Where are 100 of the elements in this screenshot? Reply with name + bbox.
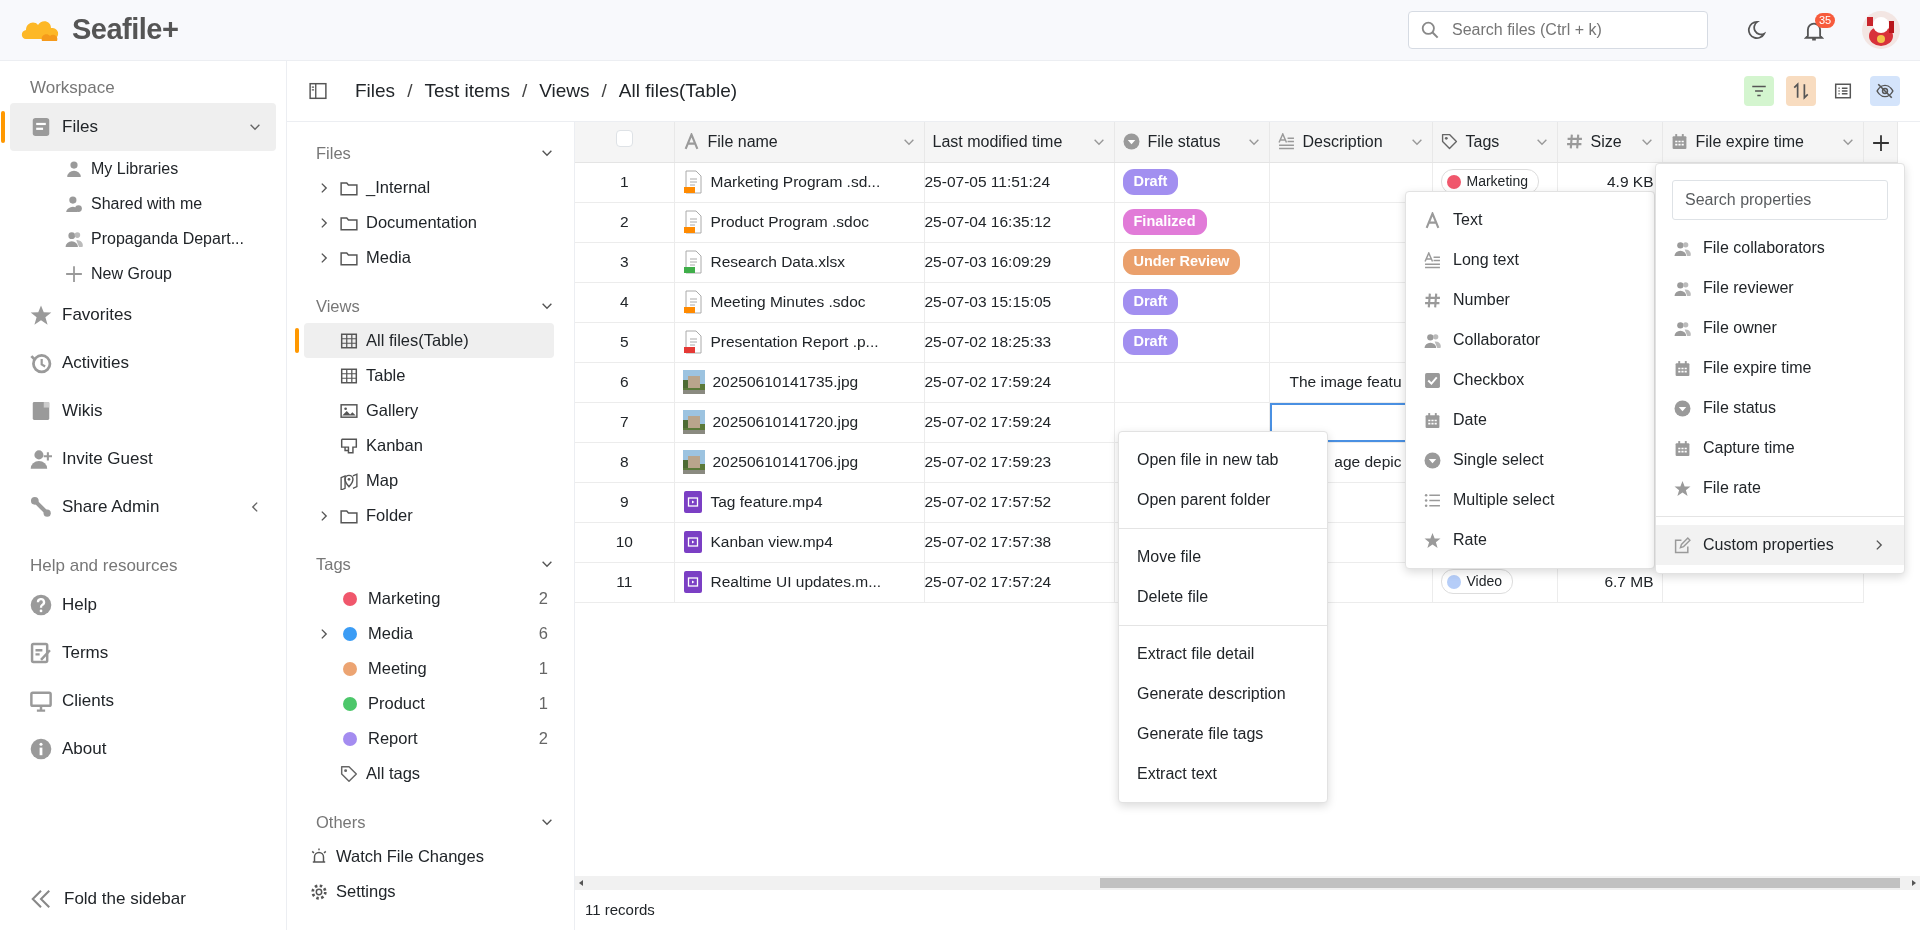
file-name-link[interactable]: Marketing Program .sd...	[710, 170, 881, 194]
document-icon	[682, 330, 703, 354]
tag-count: 2	[538, 728, 548, 750]
nav-item[interactable]: Documentation	[304, 205, 554, 240]
nav-item[interactable]: Table	[304, 358, 554, 393]
double-chevron-left-icon[interactable]	[30, 888, 52, 910]
sidebar-item[interactable]: Wikis	[10, 387, 276, 435]
sidebar-item[interactable]: Terms	[10, 629, 276, 677]
column-header[interactable]: File name	[674, 122, 924, 162]
menu-item[interactable]: File rate	[1656, 468, 1904, 508]
menu-item[interactable]: Delete file	[1119, 577, 1327, 617]
menu-item[interactable]: Capture time	[1656, 428, 1904, 468]
menu-item[interactable]: File owner	[1656, 308, 1904, 348]
search-properties-field[interactable]: Search properties	[1672, 180, 1888, 220]
sidebar-item[interactable]: Invite Guest	[10, 435, 276, 483]
file-name-link[interactable]: Presentation Report .p...	[710, 330, 879, 354]
section-heading: Tags	[316, 553, 351, 575]
menu-item[interactable]: Open parent folder	[1119, 480, 1327, 520]
breadcrumb-separator: /	[521, 78, 528, 103]
file-name-link[interactable]: Realtime UI updates.m...	[710, 570, 882, 594]
sort-button[interactable]	[1786, 76, 1816, 106]
menu-item[interactable]: File expire time	[1656, 348, 1904, 388]
sidebar-toggle-icon[interactable]	[309, 82, 327, 100]
sidebar-item[interactable]: Favorites	[10, 291, 276, 339]
menu-item[interactable]: Open file in new tab	[1119, 440, 1327, 480]
tag-item[interactable]: Product 1	[304, 686, 554, 721]
fold-sidebar-link[interactable]: Fold the sidebar	[64, 886, 186, 912]
nav-item[interactable]: Media	[304, 240, 554, 275]
breadcrumb-link[interactable]: Files	[355, 76, 396, 106]
nav-item[interactable]: All tags	[304, 756, 554, 791]
column-header[interactable]: File status	[1114, 122, 1269, 162]
menu-item[interactable]: Generate description	[1119, 674, 1327, 714]
tag-item[interactable]: Meeting 1	[304, 651, 554, 686]
nav-item[interactable]: _Internal	[304, 170, 554, 205]
file-name-link[interactable]: 20250610141706.jpg	[712, 450, 859, 474]
menu-item[interactable]: Text	[1406, 200, 1654, 240]
select-all-checkbox[interactable]	[615, 129, 633, 147]
menu-item[interactable]: Collaborator	[1406, 320, 1654, 360]
map-icon	[340, 471, 358, 490]
sidebar-item[interactable]: Clients	[10, 677, 276, 725]
table-icon	[340, 366, 358, 385]
file-name-link[interactable]: Meeting Minutes .sdoc	[710, 290, 866, 314]
column-header[interactable]: File expire time	[1662, 122, 1863, 162]
breadcrumb-separator: /	[407, 78, 413, 103]
file-name-link[interactable]: Product Program .sdoc	[710, 210, 869, 234]
column-header[interactable]: Last modified time	[924, 122, 1114, 162]
menu-item[interactable]: Number	[1406, 280, 1654, 320]
sidebar-item[interactable]: About	[10, 725, 276, 773]
menu-item[interactable]: Rate	[1406, 520, 1654, 560]
tag-item[interactable]: Media 6	[304, 616, 554, 651]
search-field[interactable]: Search files (Ctrl + k)	[1408, 11, 1708, 49]
sidebar-subitem[interactable]: Shared with me	[91, 191, 203, 216]
nav-item[interactable]: Map	[304, 463, 554, 498]
monitor-icon	[30, 690, 52, 712]
menu-item[interactable]: Single select	[1406, 440, 1654, 480]
add-column-button[interactable]	[1871, 133, 1890, 152]
nav-item[interactable]: Folder	[304, 498, 554, 533]
breadcrumb-link[interactable]: Test items	[424, 76, 510, 106]
file-name-link[interactable]: Kanban view.mp4	[710, 530, 833, 554]
column-header[interactable]: Description	[1269, 122, 1432, 162]
nav-item[interactable]: Settings	[304, 874, 554, 909]
menu-item[interactable]: Extract file detail	[1119, 634, 1327, 674]
filter-button[interactable]	[1744, 76, 1774, 106]
breadcrumb-link[interactable]: All files(Table)	[618, 76, 738, 106]
nav-item[interactable]: Kanban	[304, 428, 554, 463]
nav-item[interactable]: Gallery	[304, 393, 554, 428]
sidebar-subitem[interactable]: New Group	[91, 261, 172, 286]
sidebar-subitem[interactable]: My Libraries	[91, 156, 179, 181]
breadcrumb-link[interactable]: Views	[539, 76, 590, 106]
nav-item[interactable]: Watch File Changes	[304, 839, 554, 874]
file-name-link[interactable]: 20250610141735.jpg	[712, 370, 859, 394]
alarm-icon	[310, 847, 328, 866]
menu-item[interactable]: File collaborators	[1656, 228, 1904, 268]
menu-item[interactable]: Multiple select	[1406, 480, 1654, 520]
table-cell: 25-07-02 17:57:38	[924, 522, 1114, 562]
sidebar-subitem[interactable]: Propaganda Depart...	[91, 226, 244, 251]
moon-icon[interactable]	[1746, 20, 1766, 40]
menu-item[interactable]: Move file	[1119, 537, 1327, 577]
column-header[interactable]: Size	[1557, 122, 1662, 162]
sidebar-item[interactable]: Activities	[10, 339, 276, 387]
menu-item[interactable]: File status	[1656, 388, 1904, 428]
sidebar-item[interactable]: Share Admin	[10, 483, 276, 531]
tag-item[interactable]: Marketing 2	[304, 581, 554, 616]
hidden-eye-button[interactable]	[1870, 76, 1900, 106]
horizontal-scrollbar[interactable]	[575, 876, 1920, 890]
file-name-link[interactable]: 20250610141720.jpg	[712, 410, 859, 434]
menu-item[interactable]: Long text	[1406, 240, 1654, 280]
menu-item[interactable]: Date	[1406, 400, 1654, 440]
column-header[interactable]: Tags	[1432, 122, 1557, 162]
tag-item[interactable]: Report 2	[304, 721, 554, 756]
menu-item[interactable]: Generate file tags	[1119, 714, 1327, 754]
file-name-link[interactable]: Research Data.xlsx	[710, 250, 845, 274]
file-name-link[interactable]: Tag feature.mp4	[710, 490, 823, 514]
sidebar-item[interactable]: Help	[10, 581, 276, 629]
menu-item[interactable]: Extract text	[1119, 754, 1327, 794]
menu-item[interactable]: Custom properties	[1656, 525, 1904, 565]
calendar-icon	[1670, 133, 1688, 151]
section-heading: Workspace	[29, 77, 116, 100]
menu-item[interactable]: File reviewer	[1656, 268, 1904, 308]
avatar[interactable]	[1862, 11, 1900, 49]
